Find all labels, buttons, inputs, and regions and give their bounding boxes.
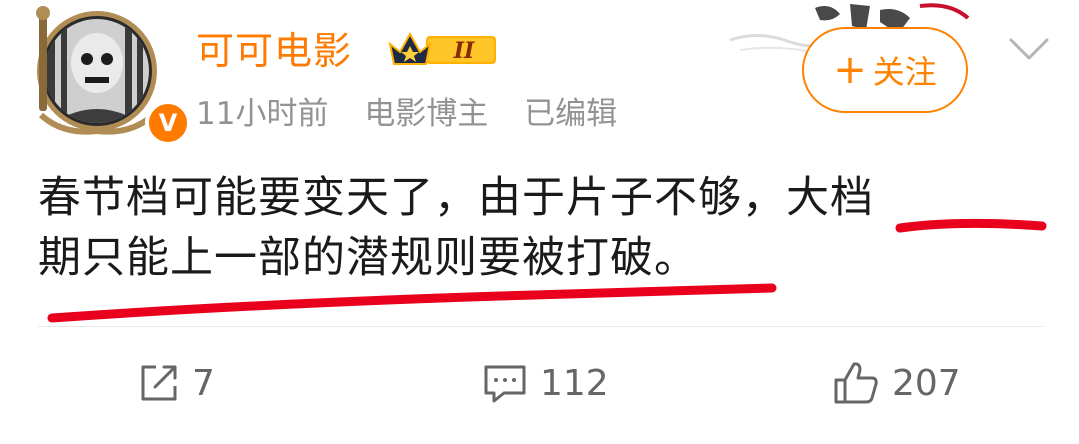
repost-icon (141, 365, 177, 401)
like-button[interactable]: 207 (832, 358, 961, 408)
content-text: 春节档可能要变天了，由于片子不够， (38, 173, 786, 223)
repost-button[interactable]: 7 (138, 358, 215, 408)
author-role: 电影博主 (364, 96, 489, 132)
content-highlight-1: 大档 (786, 173, 874, 223)
like-count: 207 (892, 362, 961, 404)
comment-icon (484, 365, 526, 403)
author-name[interactable]: 可可电影 (196, 26, 352, 76)
comment-count: 112 (540, 362, 609, 404)
post-time: 11小时前 (196, 96, 329, 132)
vip-level: II (453, 38, 475, 64)
divider (38, 326, 1043, 327)
chevron-down-icon[interactable] (1008, 36, 1050, 62)
repost-count: 7 (192, 362, 215, 404)
follow-label: 关注 (872, 53, 937, 91)
plus-icon: + (833, 47, 867, 93)
thumbs-up-icon (834, 362, 878, 404)
comment-button[interactable]: 112 (482, 358, 609, 408)
post-meta: 11小时前 电影博主 已编辑 (196, 94, 643, 134)
verified-badge-icon: V (145, 100, 191, 146)
verified-mark: V (158, 109, 178, 137)
content-end: 。 (654, 233, 698, 283)
post-content: 春节档可能要变天了，由于片子不够，大档期只能上一部的潜规则要被打破。 (38, 168, 1038, 288)
content-highlight-2: 期只能上一部的潜规则要被打破 (38, 233, 654, 283)
edited-label[interactable]: 已编辑 (524, 96, 617, 132)
avatar[interactable]: V (33, 5, 191, 146)
follow-button[interactable]: + 关注 (802, 27, 968, 113)
vip-badge-icon: II (388, 31, 496, 65)
avatar-image (36, 6, 157, 135)
